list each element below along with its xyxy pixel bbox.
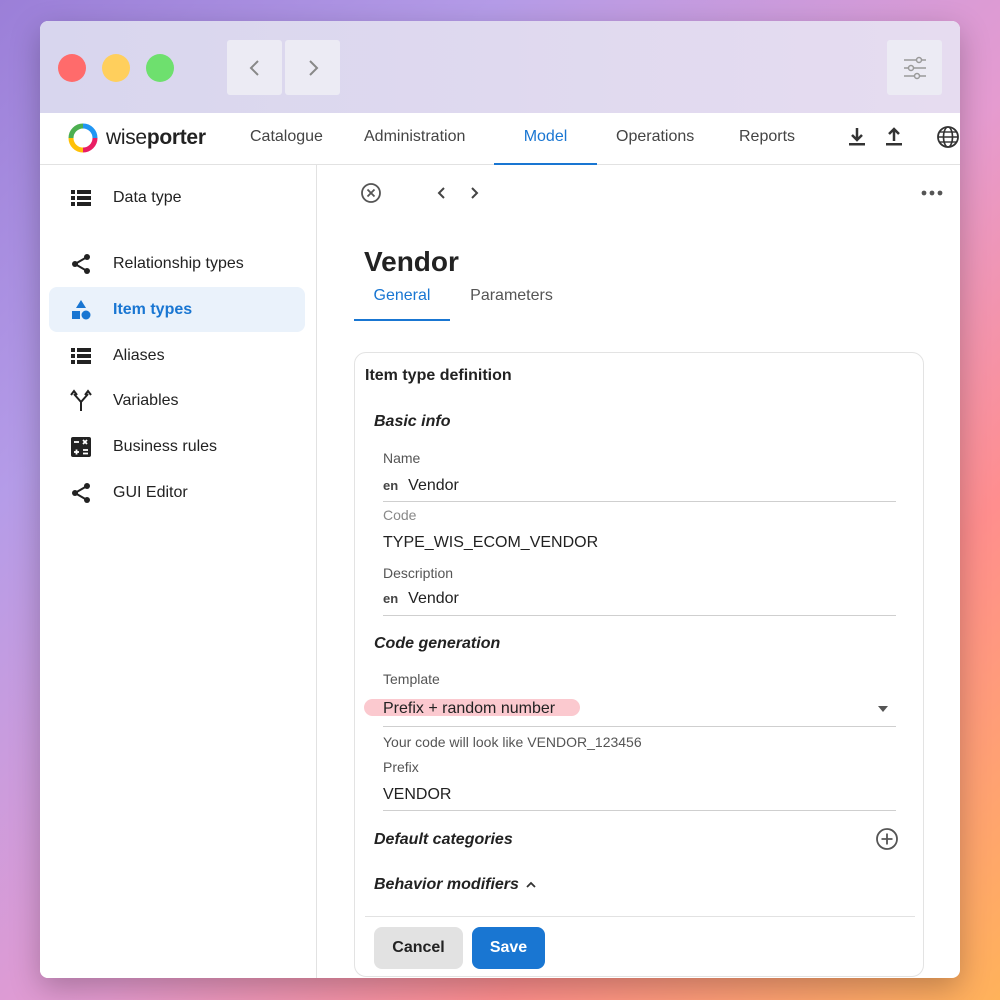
sidebar-item-business-rules[interactable]: Business rules [49, 424, 305, 469]
shapes-icon [72, 299, 91, 319]
download-icon[interactable] [845, 125, 869, 149]
nav-catalogue[interactable]: Catalogue [250, 113, 323, 165]
sidebar-item-item-types[interactable]: Item types [49, 287, 305, 332]
prefix-label: Prefix [383, 759, 419, 775]
browser-forward-button[interactable] [285, 40, 340, 95]
main-content: Vendor General Parameters Item type defi… [318, 165, 960, 978]
sidebar-item-label: Item types [113, 300, 193, 318]
list-icon [71, 189, 91, 206]
top-navigation: wiseporter Catalogue Administration Mode… [40, 113, 960, 165]
close-circle-icon[interactable] [360, 182, 382, 204]
sidebar-item-label: Business rules [113, 437, 218, 455]
sidebar-item-label: Relationship types [113, 254, 244, 272]
nav-model[interactable]: Model [494, 113, 597, 165]
list-icon [71, 347, 91, 364]
card-title: Item type definition [365, 367, 512, 384]
sliders-icon [903, 56, 926, 79]
template-value: Prefix + random number [383, 700, 556, 717]
chevron-right-icon[interactable] [466, 182, 482, 204]
maximize-window-button[interactable] [146, 54, 174, 82]
template-underline [383, 726, 896, 727]
sidebar: Data type Relationship types Item types [40, 165, 317, 978]
caret-down-icon [878, 706, 888, 712]
chevron-left-icon [249, 59, 259, 76]
sidebar-item-label: Aliases [113, 346, 165, 364]
prefix-input[interactable]: VENDOR [383, 786, 451, 804]
section-behavior-modifiers[interactable]: Behavior modifiers [374, 876, 519, 894]
chevron-up-icon[interactable] [524, 878, 538, 892]
nav-operations[interactable]: Operations [616, 113, 694, 165]
name-underline [383, 501, 896, 502]
code-label: Code [383, 507, 417, 523]
item-type-definition-card: Item type definition Basic info Name en V… [354, 352, 924, 977]
cancel-button[interactable]: Cancel [374, 927, 463, 969]
description-underline [383, 615, 896, 616]
app-window: wiseporter Catalogue Administration Mode… [40, 21, 960, 978]
prefix-underline [383, 810, 896, 811]
add-circle-icon[interactable] [875, 827, 899, 851]
sidebar-item-variables[interactable]: Variables [49, 378, 305, 423]
upload-icon[interactable] [882, 125, 906, 149]
sidebar-item-label: Data type [113, 188, 182, 206]
logo-ring-icon [68, 123, 98, 153]
tab-general[interactable]: General [354, 283, 450, 321]
template-select[interactable]: Prefix + random number [383, 700, 896, 724]
logo-text: wiseporter [106, 126, 206, 149]
template-label: Template [383, 671, 440, 687]
sidebar-item-label: Variables [113, 391, 179, 409]
save-button[interactable]: Save [472, 927, 545, 969]
language-badge: en [383, 591, 399, 606]
nav-reports[interactable]: Reports [739, 113, 795, 165]
chevron-right-icon [308, 59, 318, 76]
name-value: Vendor [408, 477, 459, 494]
section-default-categories: Default categories [374, 831, 513, 848]
share-icon [72, 253, 90, 274]
sidebar-item-aliases[interactable]: Aliases [49, 333, 305, 378]
calculator-icon [71, 436, 91, 457]
sidebar-item-label: GUI Editor [113, 483, 188, 501]
description-field[interactable]: en Vendor [383, 590, 459, 608]
nav-administration[interactable]: Administration [364, 113, 465, 165]
title-bar [40, 21, 960, 113]
more-horizontal-icon[interactable] [921, 187, 943, 199]
close-window-button[interactable] [58, 54, 86, 82]
browser-settings-button[interactable] [887, 40, 942, 95]
description-value: Vendor [408, 590, 459, 607]
minimize-window-button[interactable] [102, 54, 130, 82]
wiseporter-logo[interactable]: wiseporter [68, 123, 206, 153]
sidebar-item-gui-editor[interactable]: GUI Editor [49, 470, 305, 515]
sidebar-item-relationship-types[interactable]: Relationship types [49, 241, 305, 286]
name-field[interactable]: en Vendor [383, 477, 459, 495]
page-title: Vendor [364, 246, 459, 277]
name-label: Name [383, 450, 421, 466]
section-code-generation: Code generation [374, 635, 501, 652]
card-divider [365, 916, 915, 917]
language-badge: en [383, 478, 399, 493]
fork-icon [70, 388, 92, 411]
tab-parameters[interactable]: Parameters [468, 283, 555, 321]
section-basic-info: Basic info [374, 413, 451, 430]
share-icon [72, 482, 90, 503]
chevron-left-icon[interactable] [434, 182, 450, 204]
description-label: Description [383, 565, 454, 581]
sidebar-item-data-type[interactable]: Data type [49, 175, 305, 220]
globe-icon[interactable] [936, 125, 960, 149]
browser-back-button[interactable] [227, 40, 282, 95]
template-helper-text: Your code will look like VENDOR_123456 [383, 734, 642, 750]
code-value: TYPE_WIS_ECOM_VENDOR [383, 534, 599, 551]
